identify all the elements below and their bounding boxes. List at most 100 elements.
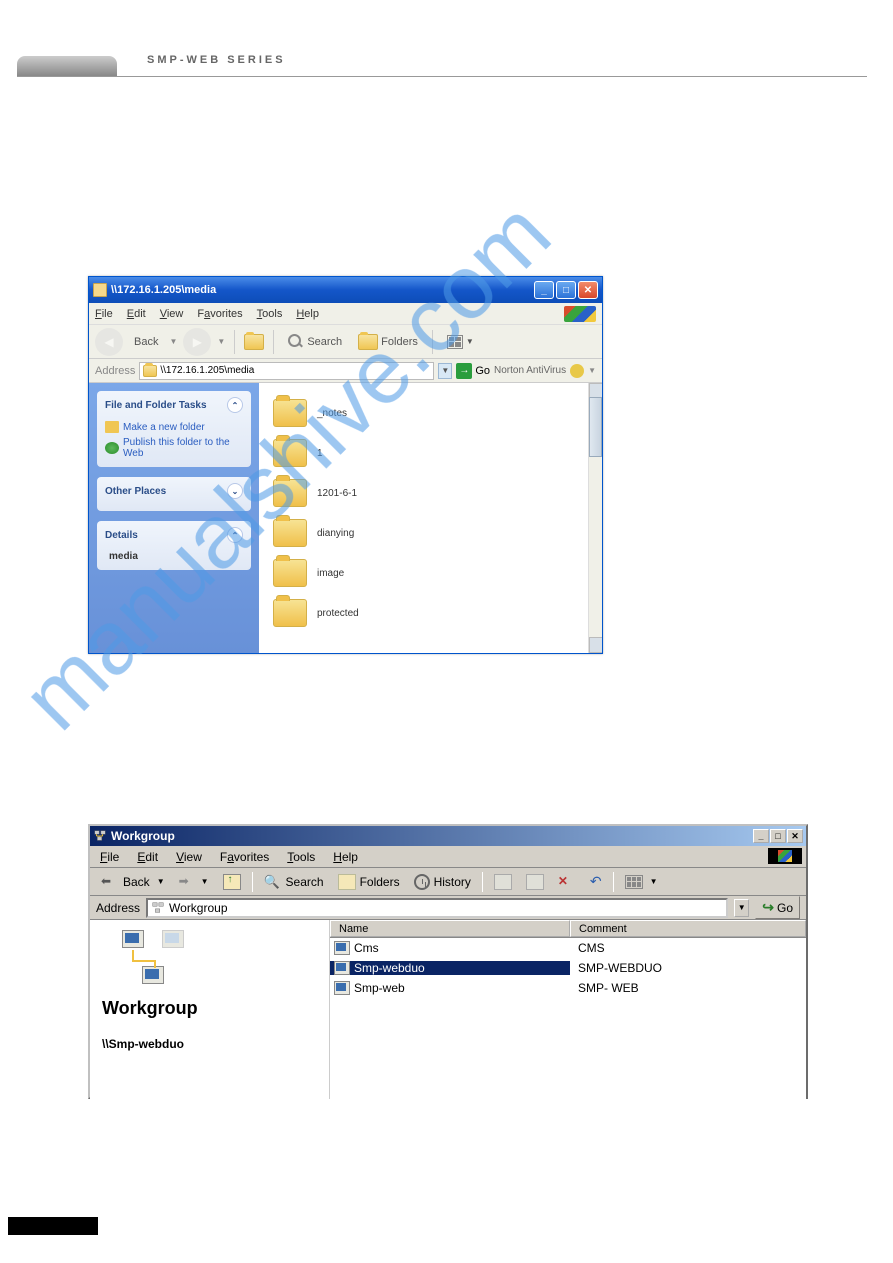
- copy-to-button[interactable]: [521, 872, 549, 892]
- menu-tools[interactable]: Tools: [287, 850, 315, 864]
- delete-icon: [558, 874, 576, 890]
- collapse-button[interactable]: ⌃: [227, 527, 243, 543]
- column-name[interactable]: Name: [330, 920, 570, 937]
- view-button[interactable]: ▼: [442, 332, 479, 352]
- folder-icon: [143, 365, 157, 377]
- link-publish-web[interactable]: Publish this folder to the Web: [105, 435, 243, 461]
- move-to-icon: [494, 874, 512, 890]
- menu-favorites[interactable]: Favorites: [220, 850, 269, 864]
- menu-view[interactable]: View: [160, 308, 184, 320]
- separator: [613, 872, 614, 892]
- panel-file-tasks: File and Folder Tasks ⌃ Make a new folde…: [97, 391, 251, 467]
- menu-help[interactable]: Help: [333, 850, 358, 864]
- menubar: File Edit View Favorites Tools Help: [90, 846, 806, 868]
- page-footer-bar: [8, 1217, 98, 1235]
- view-button[interactable]: ▼: [620, 873, 663, 891]
- titlebar[interactable]: \\172.16.1.205\media _ □ ✕: [89, 277, 602, 303]
- folder-icon: [273, 399, 307, 427]
- move-to-button[interactable]: [489, 872, 517, 892]
- folder-item[interactable]: dianying: [269, 513, 592, 553]
- column-headers: Name Comment: [330, 920, 806, 938]
- search-button[interactable]: Search: [283, 331, 347, 353]
- back-dropdown-icon[interactable]: ▼: [169, 337, 177, 346]
- folders-button[interactable]: Folders: [333, 872, 405, 892]
- explorer-window-xp: \\172.16.1.205\media _ □ ✕ File Edit Vie…: [88, 276, 603, 654]
- link-new-folder[interactable]: Make a new folder: [105, 419, 243, 435]
- close-button[interactable]: ✕: [578, 281, 598, 299]
- address-dropdown-icon[interactable]: ▼: [438, 363, 452, 379]
- forward-button[interactable]: ▶: [183, 328, 211, 356]
- list-item[interactable]: Smp-webduo SMP-WEBDUO: [330, 958, 806, 978]
- forward-button[interactable]: ▼: [174, 872, 214, 892]
- menu-favorites[interactable]: Favorites: [197, 308, 242, 320]
- titlebar[interactable]: Workgroup _ □ ✕: [90, 826, 806, 846]
- menu-file[interactable]: File: [100, 850, 119, 864]
- scrollbar[interactable]: [588, 383, 602, 653]
- copy-to-icon: [526, 874, 544, 890]
- forward-arrow-icon: [179, 874, 197, 890]
- address-bar: Address \\172.16.1.205\media ▼ → Go Nort…: [89, 359, 602, 383]
- computer-icon: [334, 981, 350, 995]
- network-icon: [93, 829, 107, 843]
- scrollbar-thumb[interactable]: [589, 397, 602, 457]
- folder-item[interactable]: 1: [269, 433, 592, 473]
- search-button[interactable]: Search: [259, 872, 329, 892]
- separator: [482, 872, 483, 892]
- folders-button[interactable]: Folders: [353, 331, 423, 353]
- address-dropdown-icon[interactable]: ▼: [734, 899, 749, 917]
- computer-icon: [334, 941, 350, 955]
- delete-button[interactable]: [553, 872, 581, 892]
- panel-title: Workgroup: [102, 998, 317, 1019]
- separator: [432, 330, 433, 354]
- list-view[interactable]: Name Comment Cms CMS Smp-webduo SMP-WEBD…: [330, 920, 806, 1099]
- left-panel: Workgroup \\Smp-webduo: [90, 920, 330, 1099]
- up-button[interactable]: [218, 872, 246, 892]
- collapse-button[interactable]: ⌃: [227, 397, 243, 413]
- sidebar: File and Folder Tasks ⌃ Make a new folde…: [89, 383, 259, 653]
- selected-path: \\Smp-webduo: [102, 1037, 317, 1051]
- column-comment[interactable]: Comment: [570, 920, 806, 937]
- maximize-button[interactable]: □: [556, 281, 576, 299]
- expand-button[interactable]: ⌄: [227, 483, 243, 499]
- undo-button[interactable]: ↶: [585, 871, 607, 892]
- forward-dropdown-icon[interactable]: ▼: [217, 337, 225, 346]
- panel-title: Details: [105, 530, 138, 541]
- norton-dropdown-icon[interactable]: ▼: [588, 366, 596, 375]
- address-input[interactable]: \\172.16.1.205\media: [139, 362, 434, 380]
- folder-item[interactable]: image: [269, 553, 592, 593]
- menu-edit[interactable]: Edit: [127, 308, 146, 320]
- back-button[interactable]: Back▼: [96, 872, 170, 892]
- back-button[interactable]: ◀: [95, 328, 123, 356]
- folder-icon: [105, 421, 119, 433]
- list-item[interactable]: Smp-web SMP- WEB: [330, 978, 806, 998]
- maximize-button[interactable]: □: [770, 829, 786, 843]
- close-button[interactable]: ✕: [787, 829, 803, 843]
- menu-file[interactable]: File: [95, 308, 113, 320]
- address-input[interactable]: Workgroup: [146, 898, 728, 918]
- history-button[interactable]: History: [409, 872, 476, 892]
- menu-help[interactable]: Help: [296, 308, 319, 320]
- folder-content[interactable]: _notes 1 1201-6-1 dianying image protect…: [259, 383, 602, 653]
- norton-icon[interactable]: [570, 364, 584, 378]
- norton-label: Norton AntiVirus: [494, 365, 566, 376]
- search-icon: [288, 334, 304, 350]
- menu-view[interactable]: View: [176, 850, 202, 864]
- panel-other-places: Other Places ⌄: [97, 477, 251, 511]
- minimize-button[interactable]: _: [753, 829, 769, 843]
- folder-item[interactable]: protected: [269, 593, 592, 633]
- minimize-button[interactable]: _: [534, 281, 554, 299]
- menu-tools[interactable]: Tools: [257, 308, 283, 320]
- header-title: SMP-WEB SERIES: [147, 54, 286, 66]
- up-folder-icon[interactable]: [244, 334, 264, 350]
- separator: [234, 330, 235, 354]
- header-divider: [17, 76, 867, 77]
- folders-icon: [358, 334, 378, 350]
- folder-item[interactable]: 1201-6-1: [269, 473, 592, 513]
- address-value: Workgroup: [169, 901, 227, 915]
- go-button[interactable]: Go: [755, 896, 800, 919]
- folder-item[interactable]: _notes: [269, 393, 592, 433]
- address-bar: Address Workgroup ▼ Go: [90, 896, 806, 920]
- go-button[interactable]: → Go: [456, 363, 490, 379]
- menu-edit[interactable]: Edit: [137, 850, 158, 864]
- list-item[interactable]: Cms CMS: [330, 938, 806, 958]
